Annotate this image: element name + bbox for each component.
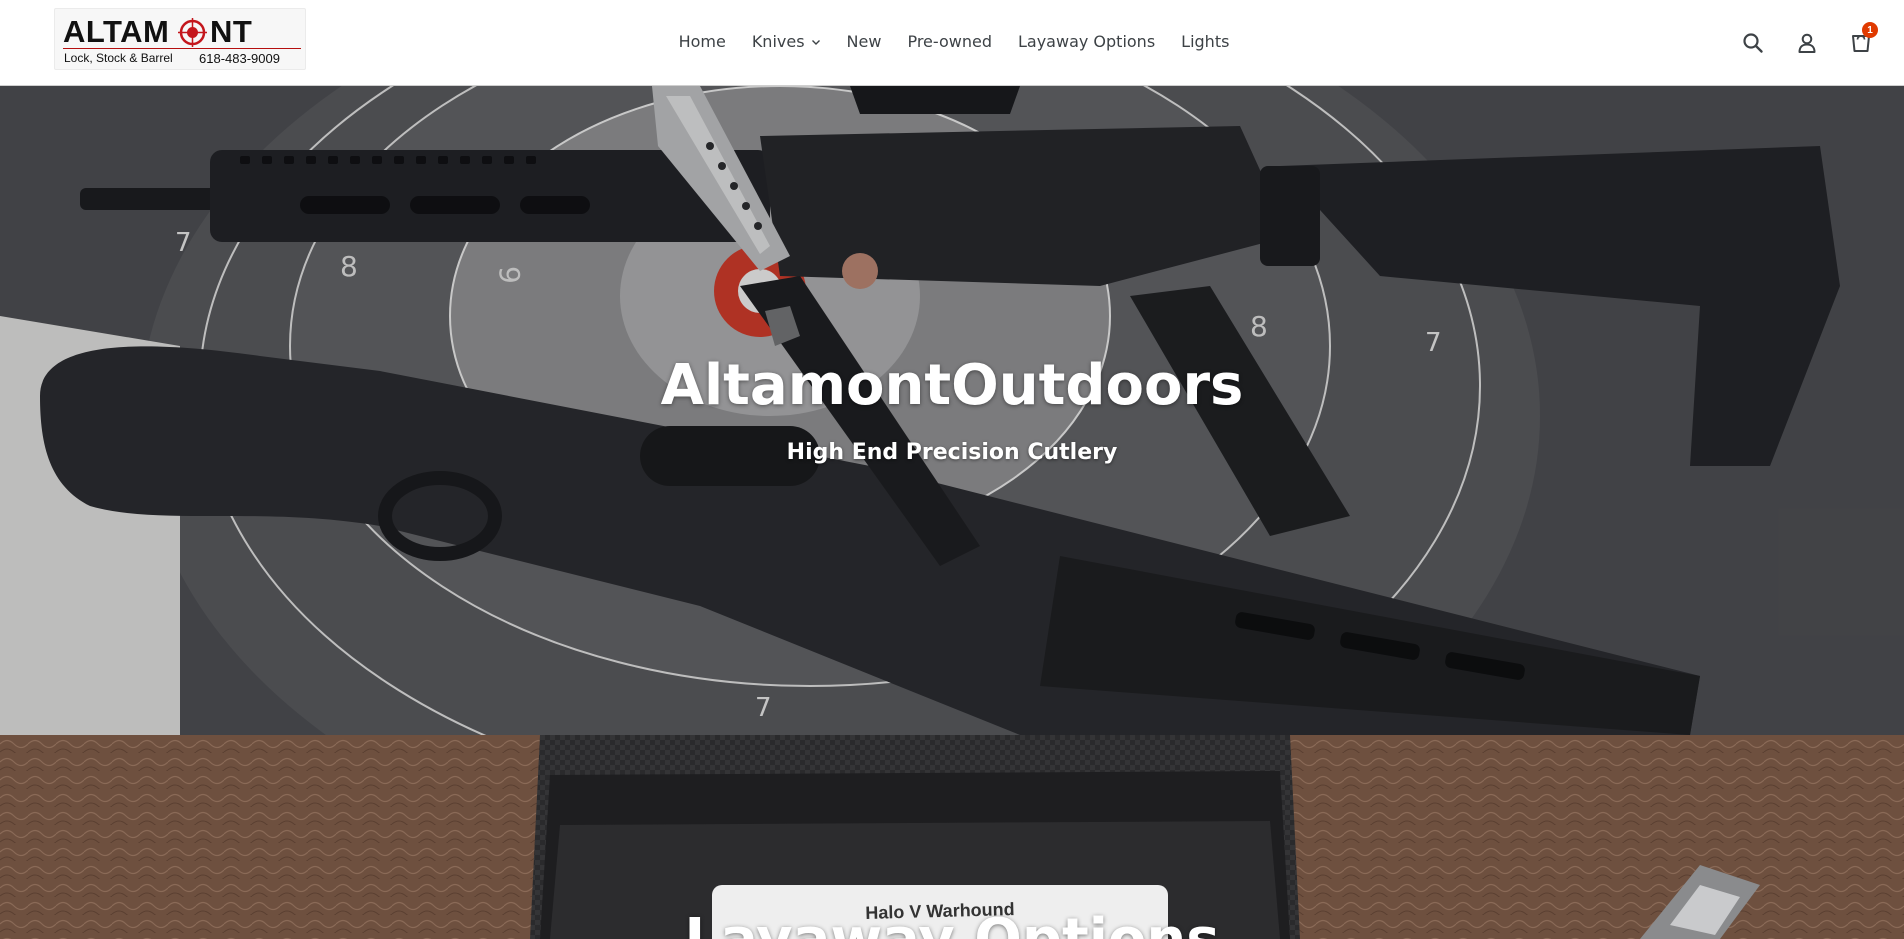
chevron-down-icon (811, 40, 820, 45)
account-link[interactable] (1792, 28, 1822, 58)
header-icons: 1 (1738, 22, 1878, 58)
account-icon (1798, 33, 1816, 53)
cart-link[interactable]: 1 (1846, 22, 1878, 58)
logo-tagline: Lock, Stock & Barrel (64, 51, 173, 65)
nav-list: Home Knives New Pre-owned Layaway Option… (679, 29, 1230, 55)
nav-new[interactable]: New (847, 29, 882, 55)
hero-banner: 8 9 8 8 7 7 7 (0, 86, 1904, 735)
second-banner-title: Layaway Options (0, 907, 1904, 939)
hero-subtitle: High End Precision Cutlery (786, 440, 1118, 465)
search-button[interactable] (1738, 28, 1768, 58)
nav-home[interactable]: Home (679, 29, 726, 55)
crosshair-logo-icon (178, 18, 207, 47)
nav-layaway-options-label: Layaway Options (1017, 32, 1156, 51)
nav-pre-owned[interactable]: Pre-owned (907, 29, 992, 55)
site-header: ALTAM NT Lock, Stock & Barrel 618-483-90… (0, 0, 1904, 86)
hero-title: AltamontOutdoors (660, 353, 1244, 418)
nav-new-label: New (846, 32, 882, 51)
search-icon (1743, 33, 1763, 53)
second-banner: Halo V Warhound Layaway Options (0, 735, 1904, 939)
nav-knives-label: Knives (751, 32, 805, 51)
nav-home-label: Home (678, 32, 726, 51)
logo-wordmark-start: ALTAM (63, 14, 170, 49)
cart-count-badge: 1 (1862, 22, 1878, 38)
nav-pre-owned-label: Pre-owned (907, 32, 992, 51)
nav-knives[interactable]: Knives (752, 29, 821, 55)
site-logo[interactable]: ALTAM NT Lock, Stock & Barrel 618-483-90… (54, 8, 306, 70)
logo-wordmark-end: NT (210, 14, 253, 49)
nav-lights-label: Lights (1181, 32, 1230, 51)
logo-phone: 618-483-9009 (199, 51, 280, 66)
logo-divider (63, 48, 301, 49)
nav-layaway-options[interactable]: Layaway Options (1018, 29, 1155, 55)
nav-lights[interactable]: Lights (1181, 29, 1229, 55)
